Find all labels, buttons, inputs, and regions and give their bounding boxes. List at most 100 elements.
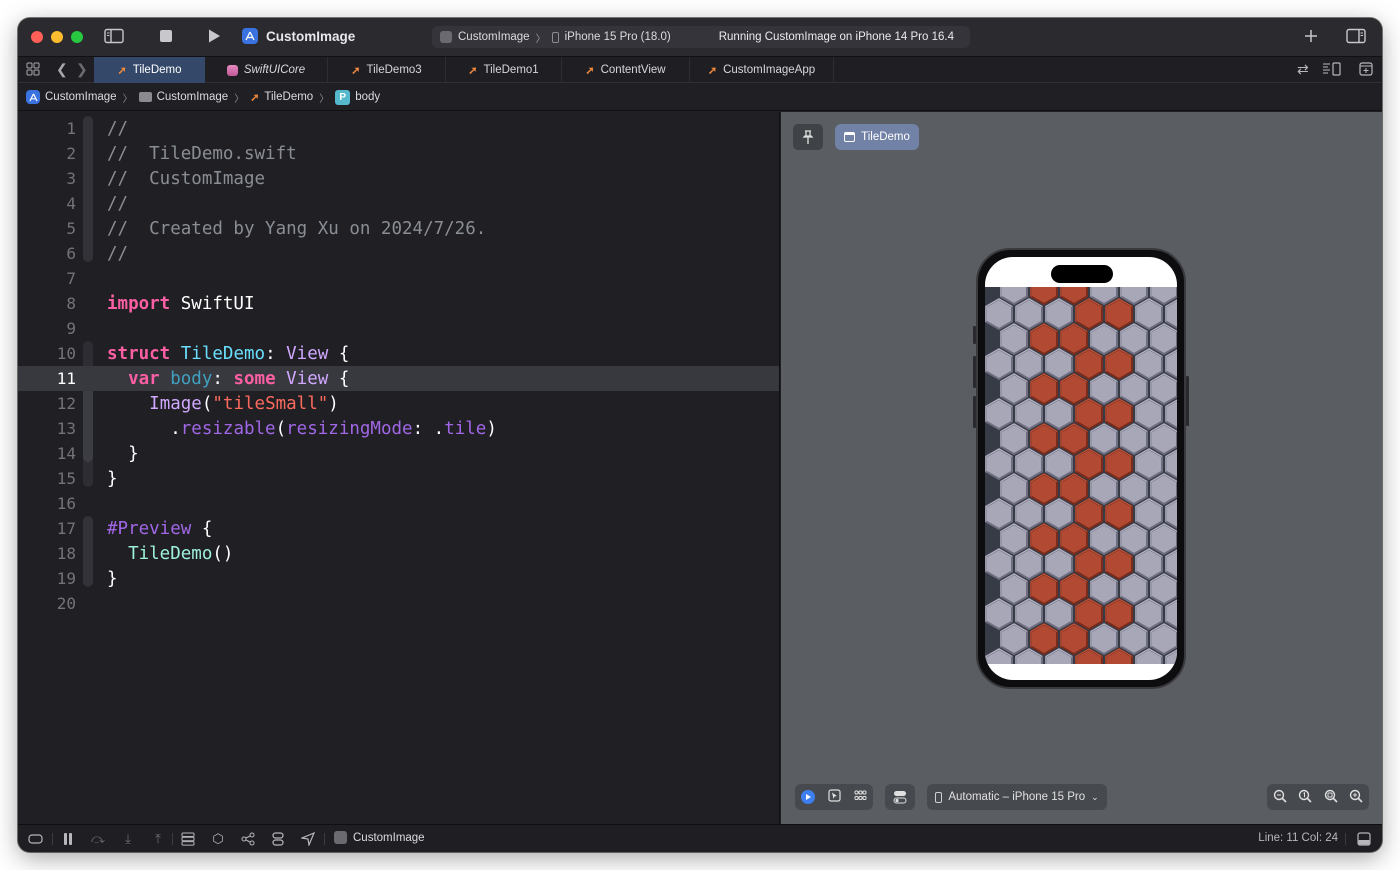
step-out-button[interactable]: ⤒ [150,831,166,847]
gray-hex-tile [1135,397,1163,431]
line-number[interactable]: 2 [18,144,76,163]
inspector-toggle-button[interactable] [1346,28,1366,44]
stop-button[interactable] [160,30,172,42]
code-line[interactable]: 8 import SwiftUI [18,291,779,316]
zoom-out-button[interactable] [1273,789,1287,806]
breadcrumb-folder[interactable]: CustomImage [138,91,228,103]
code-line[interactable]: 9 [18,316,779,341]
related-items-button[interactable] [26,62,40,76]
view-hierarchy-button[interactable] [180,831,196,847]
add-editor-button[interactable] [1359,62,1373,76]
line-number[interactable]: 19 [18,569,76,588]
code-line[interactable]: 11 var body: some View { [18,366,779,391]
line-number[interactable]: 17 [18,519,76,538]
line-number[interactable]: 16 [18,494,76,513]
line-number[interactable]: 7 [18,269,76,288]
forward-button[interactable]: ❯ [76,61,88,78]
line-number[interactable]: 20 [18,594,76,613]
run-button[interactable] [206,28,222,44]
process-selector[interactable]: CustomImage [334,831,425,844]
pause-button[interactable] [60,831,76,847]
add-button[interactable] [1303,28,1319,44]
code-line[interactable]: 7 [18,266,779,291]
tab-contentview[interactable]: ➚ ContentView [562,57,690,83]
code-line[interactable]: 16 [18,491,779,516]
swap-button[interactable]: ⇄ [1297,61,1309,78]
tab-tiledemo3[interactable]: ➚ TileDemo3 [328,57,446,83]
code-line[interactable]: 17 #Preview { [18,516,779,541]
code-line[interactable]: 20 [18,591,779,616]
code-line[interactable]: 1 // [18,116,779,141]
line-number[interactable]: 4 [18,194,76,213]
step-into-button[interactable]: ⤓ [120,831,136,847]
pin-preview-button[interactable] [793,124,823,150]
line-number[interactable]: 12 [18,394,76,413]
code-line[interactable]: 2 // TileDemo.swift [18,141,779,166]
tab-tiledemo[interactable]: ➚ TileDemo [94,57,205,83]
toggle-console-button[interactable] [1356,831,1372,847]
device-settings-button[interactable] [885,784,915,810]
line-number[interactable]: 15 [18,469,76,488]
code-line[interactable]: 14 } [18,441,779,466]
code-line[interactable]: 19} [18,566,779,591]
variants-button[interactable] [854,790,867,804]
device-screen[interactable] [985,257,1177,680]
code-line[interactable]: 6 // [18,241,779,266]
code-line[interactable]: 4 // [18,191,779,216]
memory-graph-button[interactable] [240,831,256,847]
back-button[interactable]: ❮ [56,61,68,78]
close-button[interactable] [31,31,43,43]
step-over-button[interactable]: ⤼ [90,831,106,847]
debug-memory-graph-button[interactable]: ⬡ [210,831,226,847]
zoom-out-icon [1273,789,1287,803]
line-number[interactable]: 6 [18,244,76,263]
code-text: // Created by Yang Xu on 2024/7/26. [107,219,486,239]
line-number[interactable]: 10 [18,344,76,363]
zoom-actual-size-button[interactable] [1298,789,1312,806]
red-hex-tile [1075,497,1103,531]
code-line[interactable]: 13 .resizable(resizingMode: .tile) [18,416,779,441]
code-line[interactable]: 5 // Created by Yang Xu on 2024/7/26. [18,216,779,241]
step-over-icon: ⤼ [91,831,105,846]
chevron-right-icon: 〉 [319,93,330,105]
gray-hex-tile [1120,422,1148,456]
tab-tiledemo1[interactable]: ➚ TileDemo1 [446,57,562,83]
scheme-selector[interactable]: CustomImage 〉 [440,30,546,45]
device-selector[interactable]: Automatic – iPhone 15 Pro ⌄ [927,784,1107,810]
line-number[interactable]: 18 [18,544,76,563]
minimize-button[interactable] [51,31,63,43]
line-number[interactable]: 9 [18,319,76,338]
zoom-button[interactable] [71,31,83,43]
environment-overrides-button[interactable] [270,831,286,847]
code-line[interactable]: 18 TileDemo() [18,541,779,566]
gray-hex-tile [1000,472,1028,506]
line-number[interactable]: 14 [18,444,76,463]
line-number[interactable]: 8 [18,294,76,313]
line-number[interactable]: 1 [18,119,76,138]
breadcrumb-file[interactable]: ➚ TileDemo [250,91,313,104]
editor-options-button[interactable] [1322,62,1342,76]
line-number[interactable]: 13 [18,419,76,438]
destination-selector[interactable]: iPhone 15 Pro (18.0) [551,31,671,43]
hide-debug-area-button[interactable] [28,831,44,847]
tab-swiftuicore[interactable]: SwiftUICore [205,57,328,83]
line-number[interactable]: 3 [18,169,76,188]
line-number[interactable]: 5 [18,219,76,238]
code-line[interactable]: 3 // CustomImage [18,166,779,191]
navigator-toggle-button[interactable] [104,28,124,44]
simulate-location-button[interactable] [300,831,316,847]
live-mode-button[interactable] [801,790,816,804]
code-line[interactable]: 15} [18,466,779,491]
zoom-to-fit-button[interactable] [1324,789,1338,806]
breadcrumb-project[interactable]: CustomImage [26,90,117,104]
zoom-in-button[interactable] [1349,789,1363,806]
code-line[interactable]: 10 struct TileDemo: View { [18,341,779,366]
tab-customimageapp[interactable]: ➚ CustomImageApp [690,57,834,83]
selectable-mode-button[interactable] [828,789,841,805]
line-number[interactable]: 11 [18,369,76,388]
code-line[interactable]: 12 Image("tileSmall") [18,391,779,416]
source-editor[interactable]: 1//2// TileDemo.swift 3// CustomImage 4//5… [18,112,780,824]
preview-tab-tiledemo[interactable]: TileDemo [835,124,919,150]
breadcrumb-symbol[interactable]: P body [335,89,380,105]
